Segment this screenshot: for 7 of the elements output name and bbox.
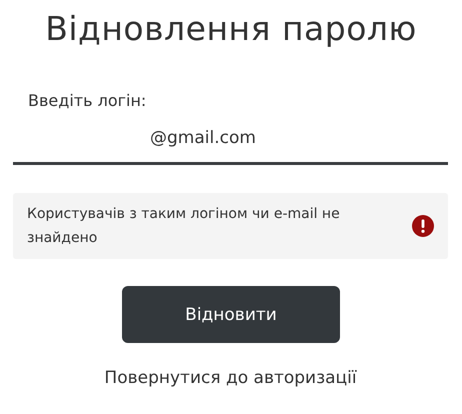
login-field[interactable]: @gmail.com [13,126,448,165]
error-text: Користувачів з таким логіном чи e-mail не знайдено [27,205,341,248]
error-icon [412,215,434,237]
page-title: Відновлення паролю [44,8,418,50]
restore-button[interactable]: Відновити [122,286,340,343]
back-to-login-link[interactable]: Повернутися до авторизації [104,368,357,388]
field-label: Введіть логін: [28,90,146,112]
